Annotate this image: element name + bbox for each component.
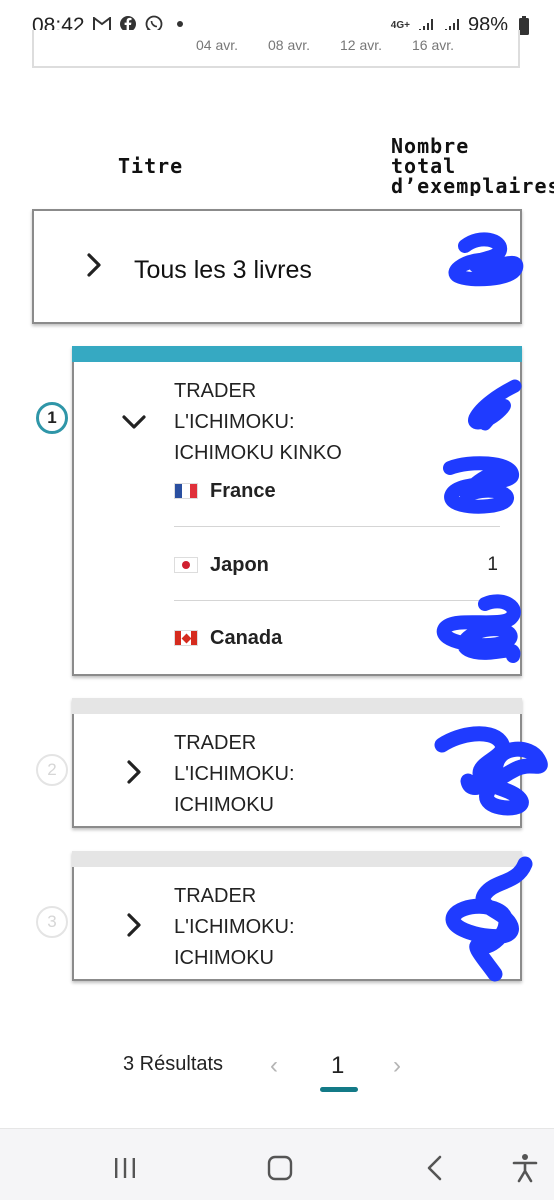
column-header-title: Titre <box>118 154 184 178</box>
country-row-japan: Japon 1 <box>174 545 500 585</box>
all-books-label: Tous les 3 livres <box>134 256 312 284</box>
redaction-scribble <box>434 726 548 816</box>
next-page-button[interactable]: › <box>393 1052 401 1080</box>
x-tick: 04 avr. <box>196 37 239 53</box>
rank-badge-1: 1 <box>36 402 68 434</box>
current-page-button[interactable]: 1 <box>331 1052 344 1080</box>
chevron-right-icon[interactable] <box>120 911 148 939</box>
results-count: 3 Résultats <box>123 1053 224 1075</box>
selected-indicator-bar <box>72 346 522 362</box>
rank-badge-2: 2 <box>36 754 68 786</box>
flag-france-icon <box>174 483 198 499</box>
redaction-scribble <box>436 594 521 663</box>
recent-apps-icon[interactable] <box>108 1151 142 1185</box>
x-tick: 12 avr. <box>340 37 383 53</box>
book-title: TRADER L'ICHIMOKU: ICHIMOKU <box>174 732 295 816</box>
back-icon[interactable] <box>418 1151 452 1185</box>
chart-x-ticks: 04 avr. 08 avr. 12 avr. 16 avr. <box>196 37 484 53</box>
book-title: TRADER L'ICHIMOKU: ICHIMOKU KINKO <box>174 380 342 464</box>
current-page-indicator <box>320 1087 358 1092</box>
x-tick: 16 avr. <box>412 37 455 53</box>
flag-japan-icon <box>174 557 198 573</box>
column-header-total: Nombre total d’exemplaires <box>391 136 554 196</box>
rank-badge-3: 3 <box>36 906 68 938</box>
chevron-down-icon[interactable] <box>120 408 148 436</box>
redaction-scribble <box>448 232 524 287</box>
country-value: 1 <box>487 554 498 575</box>
country-name: Japon <box>210 553 269 576</box>
system-navigation-bar <box>0 1128 554 1200</box>
prev-page-button[interactable]: ‹ <box>270 1052 278 1080</box>
home-icon[interactable] <box>263 1151 297 1185</box>
country-name: France <box>210 479 276 502</box>
chevron-right-icon[interactable] <box>80 251 108 279</box>
redaction-scribble <box>443 456 519 514</box>
flag-canada-icon <box>174 630 198 646</box>
redaction-scribble <box>445 856 533 982</box>
redaction-scribble <box>468 379 522 431</box>
country-name: Canada <box>210 626 283 649</box>
accessibility-icon[interactable] <box>508 1151 542 1185</box>
x-tick: 08 avr. <box>268 37 311 53</box>
book-title: TRADER L'ICHIMOKU: ICHIMOKU <box>174 885 295 969</box>
row-top-bar <box>72 698 522 714</box>
chevron-right-icon[interactable] <box>120 758 148 786</box>
